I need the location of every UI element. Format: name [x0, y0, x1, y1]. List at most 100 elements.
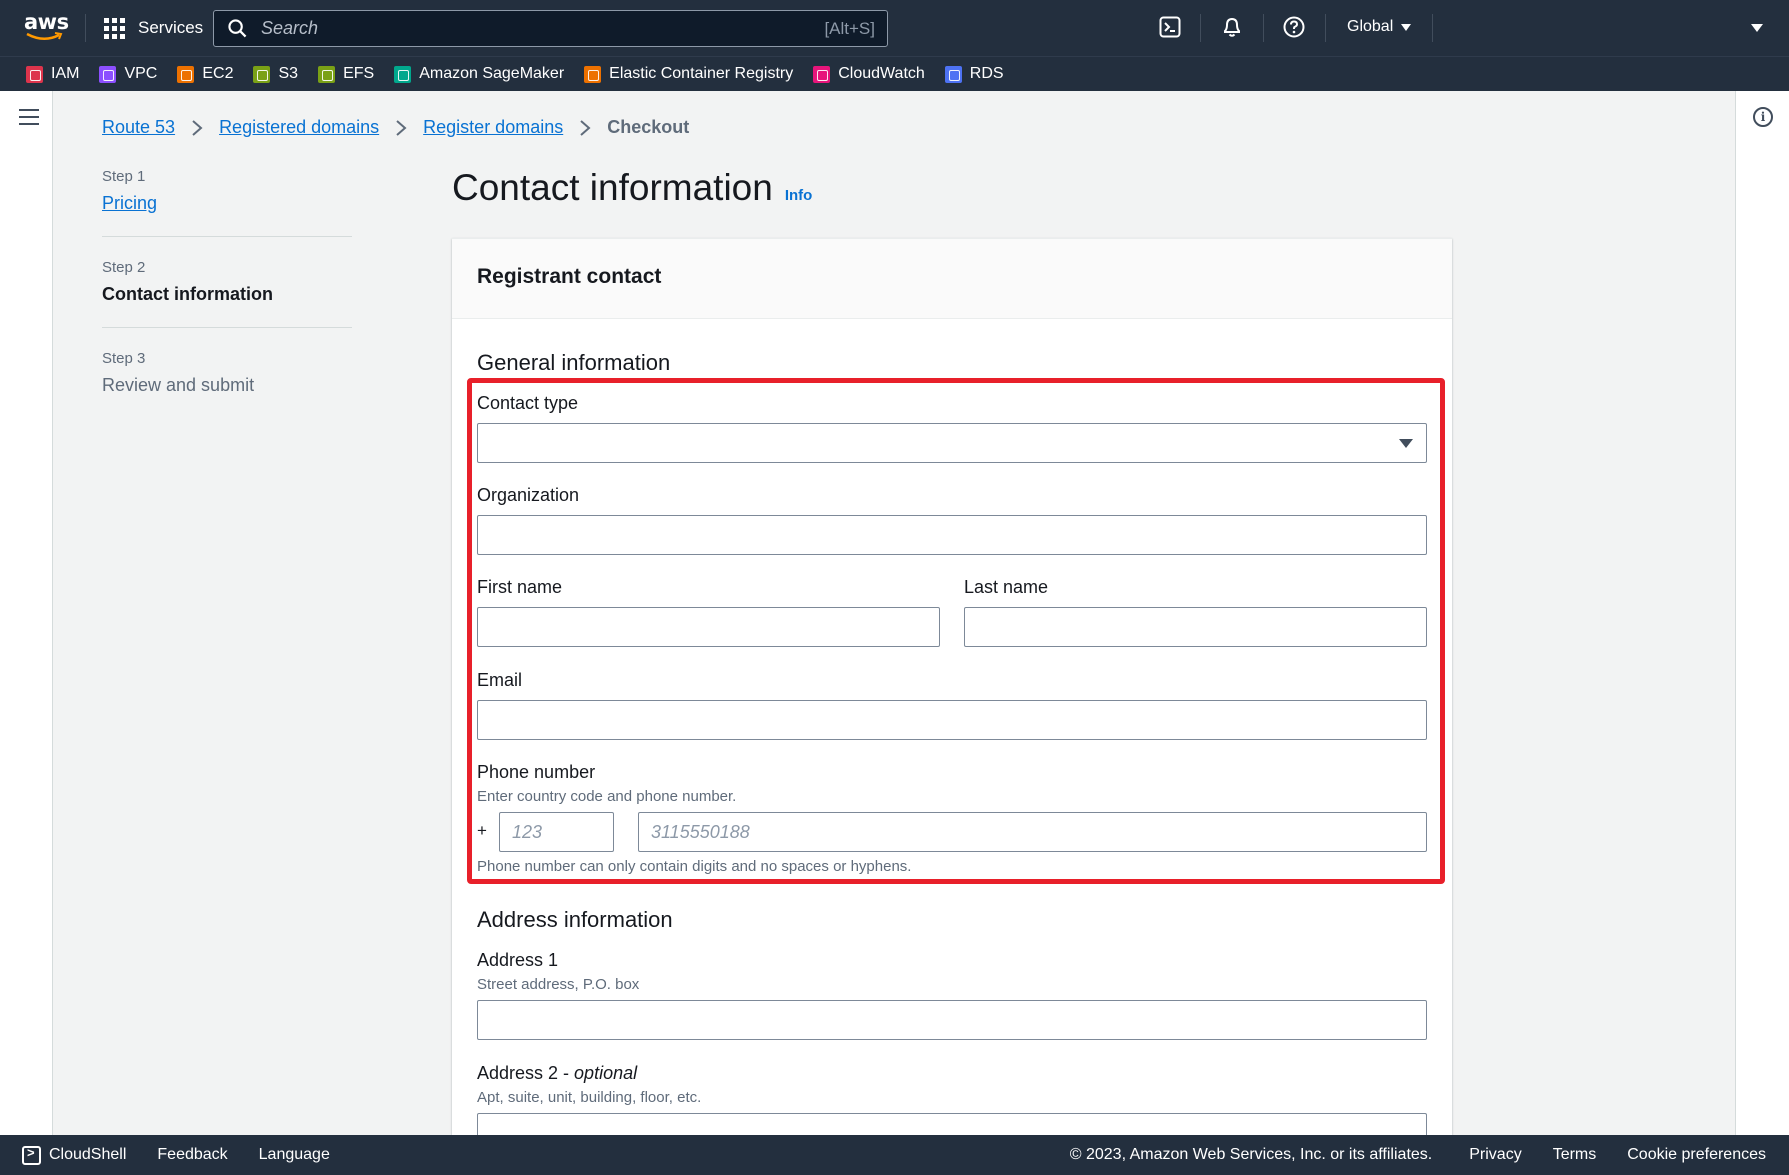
- chevron-right-icon: [192, 119, 203, 136]
- card-header: Registrant contact: [452, 239, 1452, 319]
- page-title: Contact information Info: [452, 167, 812, 209]
- registrant-contact-card: Registrant contact General information C…: [452, 238, 1452, 1136]
- step-3: Step 3 Review and submit: [102, 350, 352, 418]
- footer-terms-link[interactable]: Terms: [1553, 1146, 1597, 1164]
- service-icon: [318, 65, 336, 83]
- footer-feedback-link[interactable]: Feedback: [157, 1146, 227, 1164]
- right-rail: i: [1735, 91, 1789, 1135]
- search-icon: [228, 19, 247, 38]
- plus-sign: +: [477, 821, 487, 840]
- step-number: Step 3: [102, 350, 146, 367]
- service-icon: [253, 65, 271, 83]
- phone-number-description: Enter country code and phone number.: [477, 788, 737, 805]
- address-1-description: Street address, P.O. box: [477, 976, 640, 993]
- address-2-input[interactable]: [477, 1113, 1427, 1136]
- info-panel-icon[interactable]: i: [1753, 107, 1773, 127]
- phone-number-input[interactable]: [638, 812, 1427, 852]
- aws-smile-icon: [26, 32, 63, 40]
- footer-language-link[interactable]: Language: [259, 1146, 330, 1164]
- service-icon: [394, 65, 412, 83]
- last-name-input[interactable]: [964, 607, 1427, 647]
- breadcrumb-registered-domains[interactable]: Registered domains: [219, 117, 379, 138]
- wizard-steps: Step 1 Pricing Step 2 Contact informatio…: [102, 168, 352, 440]
- favorite-rds[interactable]: RDS: [944, 65, 1004, 83]
- organization-input[interactable]: [477, 515, 1427, 555]
- footer-privacy-link[interactable]: Privacy: [1469, 1146, 1521, 1164]
- footer: CloudShell Feedback Language © 2023, Ama…: [0, 1135, 1789, 1175]
- services-menu-button[interactable]: Services: [104, 14, 203, 42]
- favorite-label: EFS: [343, 65, 375, 82]
- nav-divider: [1432, 14, 1433, 42]
- optional-tag: optional: [574, 1063, 638, 1083]
- page-title-text: Contact information: [452, 167, 773, 208]
- account-menu-caret-icon[interactable]: [1751, 24, 1763, 32]
- nav-divider: [85, 14, 86, 42]
- breadcrumb-current: Checkout: [607, 117, 690, 137]
- nav-divider: [1200, 14, 1201, 42]
- favorite-elastic-container-registry[interactable]: Elastic Container Registry: [584, 65, 793, 83]
- first-name-label: First name: [477, 577, 563, 597]
- favorite-efs[interactable]: EFS: [318, 65, 374, 83]
- search-bar: [Alt+S]: [213, 10, 888, 47]
- favorites-bar: IAM VPC EC2 S3 EFS Amazon SageMaker Elastic Co…: [0, 56, 1789, 91]
- step-number: Step 1: [102, 168, 146, 185]
- favorite-cloudwatch[interactable]: CloudWatch: [813, 65, 925, 83]
- favorite-iam[interactable]: IAM: [26, 65, 79, 83]
- step-link-pricing[interactable]: Pricing: [102, 193, 352, 214]
- service-icon: [584, 65, 602, 83]
- caret-down-icon: [1401, 23, 1412, 31]
- organization-label: Organization: [477, 485, 580, 505]
- favorite-label: Elastic Container Registry: [609, 65, 794, 82]
- favorite-label: RDS: [969, 65, 1004, 82]
- address-2-description: Apt, suite, unit, building, floor, etc.: [477, 1089, 702, 1106]
- footer-cookie-preferences-link[interactable]: Cookie preferences: [1627, 1146, 1766, 1164]
- breadcrumb-route53[interactable]: Route 53: [102, 117, 175, 138]
- first-name-input[interactable]: [477, 607, 940, 647]
- region-selector[interactable]: Global: [1347, 18, 1412, 36]
- service-icon: [26, 65, 43, 83]
- contact-type-select[interactable]: [477, 423, 1427, 463]
- general-information-heading: General information: [477, 350, 671, 375]
- step-1: Step 1 Pricing: [102, 168, 352, 237]
- address-2-label: Address 2 - optional: [477, 1063, 637, 1084]
- favorite-ec2[interactable]: EC2: [177, 65, 233, 83]
- aws-logo-text: aws: [24, 10, 69, 34]
- search-input[interactable]: [261, 18, 825, 39]
- address-1-input[interactable]: [477, 1000, 1427, 1040]
- info-link[interactable]: Info: [785, 187, 813, 204]
- cloudshell-icon[interactable]: [1159, 16, 1183, 40]
- phone-number-label: Phone number: [477, 762, 596, 782]
- footer-copyright: © 2023, Amazon Web Services, Inc. or its…: [1069, 1146, 1433, 1163]
- help-icon[interactable]: [1283, 16, 1307, 40]
- step-label-contact-information: Contact information: [102, 284, 273, 304]
- footer-cloudshell-link[interactable]: CloudShell: [49, 1146, 126, 1164]
- breadcrumb-register-domains[interactable]: Register domains: [423, 117, 563, 138]
- favorite-s3[interactable]: S3: [253, 65, 298, 83]
- step-2: Step 2 Contact information: [102, 259, 352, 328]
- notifications-bell-icon[interactable]: [1221, 16, 1245, 40]
- last-name-label: Last name: [964, 577, 1049, 597]
- aws-logo[interactable]: aws: [24, 10, 69, 44]
- nav-divider: [1325, 14, 1326, 42]
- email-input[interactable]: [477, 700, 1427, 740]
- favorite-vpc[interactable]: VPC: [99, 65, 157, 83]
- step-number: Step 2: [102, 259, 146, 276]
- service-icon: [944, 65, 962, 83]
- favorite-label: Amazon SageMaker: [419, 65, 565, 82]
- service-icon: [177, 65, 195, 83]
- nav-divider: [1263, 14, 1264, 42]
- search-shortcut-hint: [Alt+S]: [824, 18, 875, 38]
- favorite-label: EC2: [202, 65, 234, 82]
- service-icon: [99, 65, 117, 83]
- chevron-right-icon: [580, 119, 591, 136]
- address-2-label-text: Address 2 -: [477, 1063, 575, 1083]
- left-rail: [0, 91, 53, 1135]
- breadcrumb: Route 53 Registered domains Register dom…: [102, 117, 689, 138]
- service-icon: [813, 65, 831, 83]
- step-label-review-and-submit: Review and submit: [102, 375, 255, 395]
- country-code-input[interactable]: [499, 812, 614, 852]
- favorite-amazon-sagemaker[interactable]: Amazon SageMaker: [394, 65, 564, 83]
- favorite-label: CloudWatch: [838, 65, 925, 82]
- caret-down-icon: [1399, 439, 1413, 448]
- hamburger-menu-icon[interactable]: [19, 109, 39, 130]
